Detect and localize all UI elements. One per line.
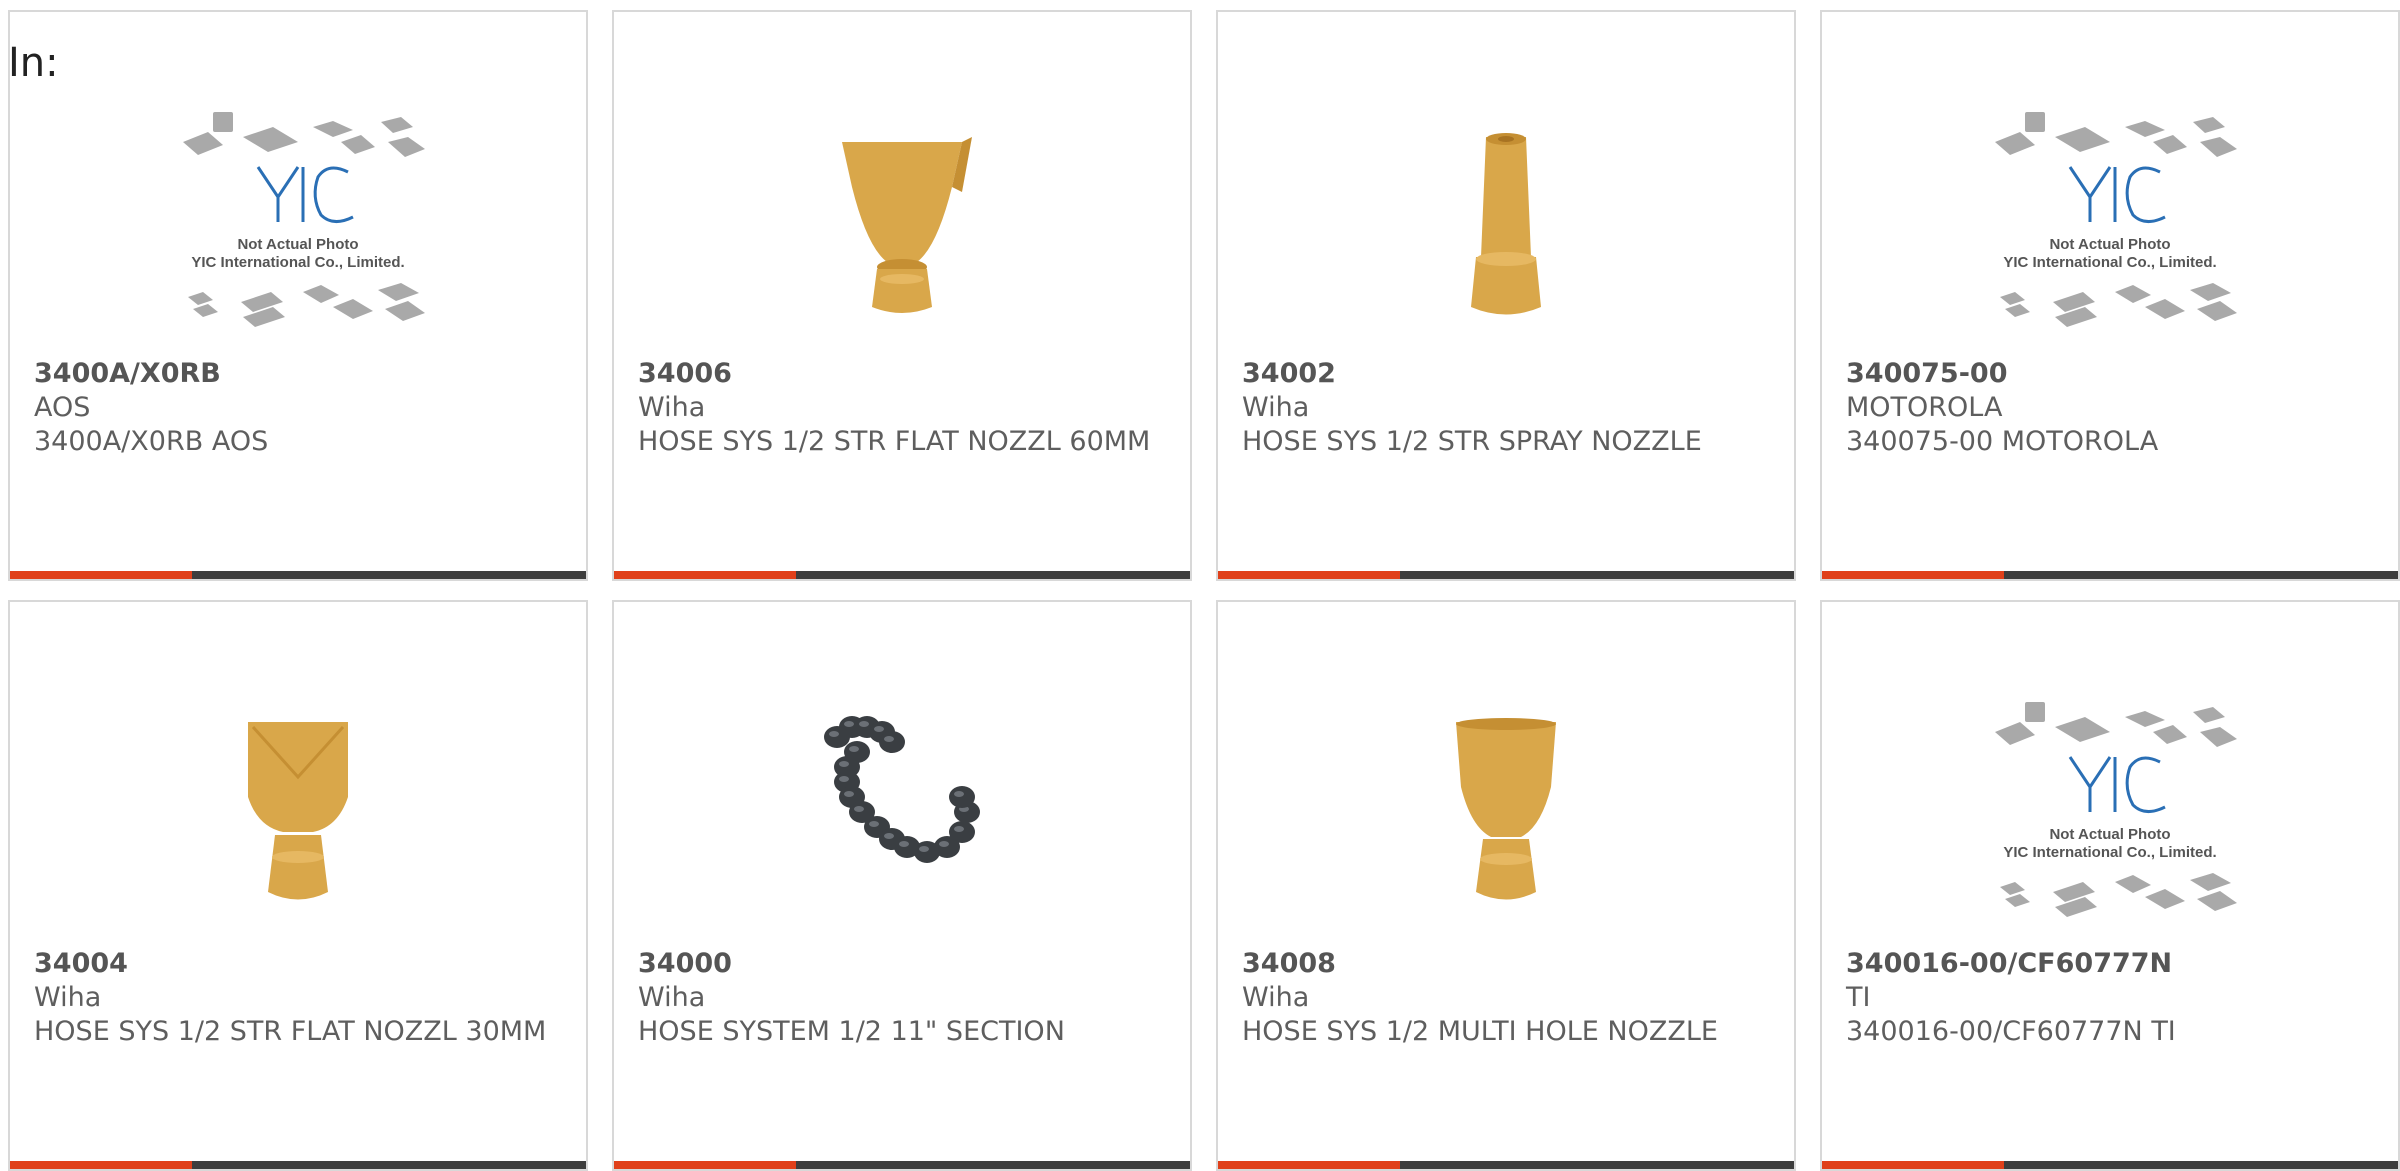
product-card[interactable]: 34000 Wiha HOSE SYSTEM 1/2 11" SECTION [612, 600, 1192, 1171]
product-image [1218, 682, 1794, 942]
manufacturer: TI [1846, 982, 1871, 1013]
product-card[interactable]: 34008 Wiha HOSE SYS 1/2 MULTI HOLE NOZZL… [1216, 600, 1796, 1171]
svg-text:Not Actual Photo: Not Actual Photo [237, 236, 358, 253]
manufacturer: Wiha [1242, 982, 1310, 1013]
product-image-placeholder: Not Actual Photo YIC International Co., … [10, 92, 586, 352]
product-card[interactable]: 34004 Wiha HOSE SYS 1/2 STR FLAT NOZZL 3… [8, 600, 588, 1171]
hose-section-icon [824, 716, 980, 863]
product-image [1218, 92, 1794, 352]
part-number[interactable]: 34006 [638, 357, 1170, 391]
description: HOSE SYS 1/2 STR FLAT NOZZL 60MM [638, 426, 1151, 457]
description: HOSE SYS 1/2 STR FLAT NOZZL 30MM [34, 1016, 547, 1047]
yic-placeholder-logo: Not Actual Photo YIC International Co., … [183, 112, 425, 327]
svg-text:YIC International Co., Limited: YIC International Co., Limited. [191, 254, 404, 271]
product-card[interactable]: 34002 Wiha HOSE SYS 1/2 STR SPRAY NOZZLE [1216, 10, 1796, 581]
manufacturer: Wiha [638, 392, 706, 423]
flat-nozzle-icon [248, 722, 348, 900]
manufacturer: Wiha [638, 982, 706, 1013]
product-image-placeholder: Not Actual Photo YIC International Co., … [1822, 92, 2398, 352]
part-number[interactable]: 34004 [34, 947, 566, 981]
product-image-placeholder: Not Actual Photo YIC International Co., … [1822, 682, 2398, 942]
part-number[interactable]: 340075-00 [1846, 357, 2378, 391]
card-bar [10, 571, 586, 579]
description: HOSE SYS 1/2 STR SPRAY NOZZLE [1242, 426, 1702, 457]
svg-text:Not Actual Photo: Not Actual Photo [2049, 826, 2170, 843]
product-image [614, 682, 1190, 942]
yic-placeholder-logo: Not Actual Photo YIC International Co., … [1995, 112, 2237, 327]
manufacturer: MOTOROLA [1846, 392, 2003, 423]
in-label: In: [8, 40, 59, 86]
card-bar [614, 571, 1190, 579]
manufacturer: Wiha [34, 982, 102, 1013]
part-number[interactable]: 34000 [638, 947, 1170, 981]
product-card[interactable]: Not Actual Photo YIC International Co., … [8, 10, 588, 581]
card-bar [1822, 1161, 2398, 1169]
card-bar [10, 1161, 586, 1169]
svg-text:YIC International Co., Limited: YIC International Co., Limited. [2003, 254, 2216, 271]
product-card[interactable]: Not Actual Photo YIC International Co., … [1820, 600, 2400, 1171]
product-grid: Not Actual Photo YIC International Co., … [0, 0, 2400, 1171]
part-number[interactable]: 340016-00/CF60777N [1846, 947, 2378, 981]
description: HOSE SYSTEM 1/2 11" SECTION [638, 1016, 1065, 1047]
part-number[interactable]: 34002 [1242, 357, 1774, 391]
card-bar [614, 1161, 1190, 1169]
description: 3400A/X0RB AOS [34, 426, 269, 457]
svg-text:YIC International Co., Limited: YIC International Co., Limited. [2003, 844, 2216, 861]
spray-nozzle-icon [1471, 133, 1541, 315]
card-bar [1218, 571, 1794, 579]
svg-text:Not Actual Photo: Not Actual Photo [2049, 236, 2170, 253]
manufacturer: Wiha [1242, 392, 1310, 423]
flat-nozzle-icon [842, 137, 972, 313]
card-bar [1822, 571, 2398, 579]
description: HOSE SYS 1/2 MULTI HOLE NOZZLE [1242, 1016, 1718, 1047]
yic-placeholder-logo: Not Actual Photo YIC International Co., … [1995, 702, 2237, 917]
part-number[interactable]: 34008 [1242, 947, 1774, 981]
description: 340075-00 MOTOROLA [1846, 426, 2159, 457]
product-card[interactable]: Not Actual Photo YIC International Co., … [1820, 10, 2400, 581]
multi-hole-nozzle-icon [1456, 718, 1556, 900]
description: 340016-00/CF60777N TI [1846, 1016, 2176, 1047]
product-card[interactable]: 34006 Wiha HOSE SYS 1/2 STR FLAT NOZZL 6… [612, 10, 1192, 581]
part-number[interactable]: 3400A/X0RB [34, 357, 566, 391]
card-bar [1218, 1161, 1794, 1169]
product-image [614, 92, 1190, 352]
manufacturer: AOS [34, 392, 91, 423]
product-image [10, 682, 586, 942]
